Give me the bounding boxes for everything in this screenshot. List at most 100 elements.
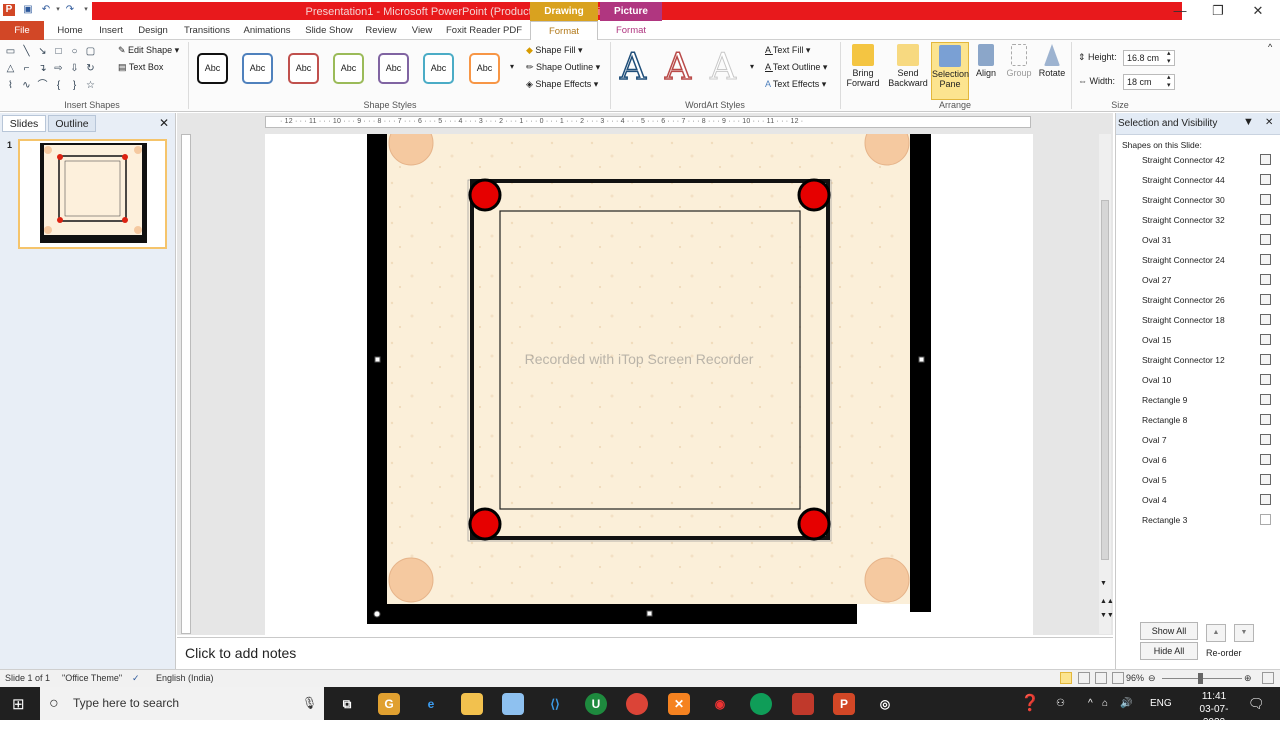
tab-review[interactable]: Review: [362, 21, 400, 40]
shape-list-item[interactable]: Oval 4: [1142, 492, 1262, 508]
reading-view-icon[interactable]: [1095, 672, 1107, 684]
slide-show-icon[interactable]: [1112, 672, 1124, 684]
close-button[interactable]: ✕: [1238, 0, 1278, 21]
visibility-toggle-icon[interactable]: [1260, 314, 1271, 325]
shape-list-item[interactable]: Oval 15: [1142, 332, 1262, 348]
send-backward-button[interactable]: Send Backward: [886, 42, 930, 100]
notes-pane[interactable]: Click to add notes: [177, 637, 1113, 669]
shape-style-purple[interactable]: Abc: [378, 53, 409, 84]
help-icon[interactable]: ❓: [1020, 687, 1040, 720]
next-slide-icon[interactable]: ▼▼: [1100, 612, 1114, 619]
restore-button[interactable]: ❐: [1198, 0, 1238, 21]
move-down-button[interactable]: ▼: [1234, 624, 1254, 642]
undo-dropdown-icon[interactable]: ▾: [52, 4, 64, 16]
show-all-button[interactable]: Show All: [1140, 622, 1198, 640]
edge-icon[interactable]: e: [420, 693, 442, 715]
left-brace-shape-icon[interactable]: {: [53, 80, 64, 91]
move-up-button[interactable]: ▲: [1206, 624, 1226, 642]
elbow-arrow-icon[interactable]: ↴: [37, 63, 48, 74]
visibility-toggle-icon[interactable]: [1260, 154, 1271, 165]
group-button[interactable]: Group: [1003, 42, 1035, 100]
app-icon-box[interactable]: [502, 693, 524, 715]
tray-language[interactable]: ENG: [1150, 687, 1172, 720]
visibility-toggle-icon[interactable]: [1260, 414, 1271, 425]
selection-handle-bottom-left[interactable]: [373, 610, 381, 618]
shape-style-blue[interactable]: Abc: [242, 53, 273, 84]
notes-placeholder[interactable]: Click to add notes: [185, 645, 296, 661]
right-arrow-shape-icon[interactable]: ⇨: [53, 63, 64, 74]
visibility-toggle-icon[interactable]: [1260, 294, 1271, 305]
powerpoint-icon[interactable]: P: [3, 4, 15, 16]
app-icon-red[interactable]: [792, 693, 814, 715]
shape-list-item[interactable]: Rectangle 9: [1142, 392, 1262, 408]
shape-list-item[interactable]: Straight Connector 44: [1142, 172, 1262, 188]
text-box-button[interactable]: ▤ Text Box: [118, 62, 163, 73]
elbow-connector-icon[interactable]: ⌐: [21, 63, 32, 74]
visibility-toggle-icon[interactable]: [1260, 394, 1271, 405]
board-surface[interactable]: [387, 134, 910, 604]
powerpoint-taskbar-icon[interactable]: P: [833, 693, 855, 715]
pane-options-icon[interactable]: ▼: [1243, 116, 1254, 128]
vscode-icon[interactable]: ⟨⟩: [544, 693, 566, 715]
text-effects-button[interactable]: A Text Effects ▾: [765, 79, 826, 90]
app-icon-orange[interactable]: G: [378, 693, 400, 715]
tab-transitions[interactable]: Transitions: [180, 21, 234, 40]
tab-drawing-format[interactable]: Format: [530, 21, 598, 40]
down-arrow-shape-icon[interactable]: ⇩: [69, 63, 80, 74]
rectangle-shape-icon[interactable]: ▭: [5, 46, 16, 57]
tab-view[interactable]: View: [406, 21, 438, 40]
shape-list-item[interactable]: Straight Connector 42: [1142, 152, 1262, 168]
shape-list-item[interactable]: Straight Connector 32: [1142, 212, 1262, 228]
visibility-toggle-icon[interactable]: [1260, 374, 1271, 385]
shape-list-item[interactable]: Oval 7: [1142, 432, 1262, 448]
clock[interactable]: 11:41 03-07-2022: [1192, 690, 1236, 729]
xampp-icon[interactable]: ✕: [668, 693, 690, 715]
tray-chevron-icon[interactable]: ^: [1088, 687, 1093, 720]
tab-outline[interactable]: Outline: [48, 115, 96, 132]
close-panel-icon[interactable]: ✕: [156, 115, 172, 132]
collapse-ribbon-icon[interactable]: ^: [1268, 42, 1272, 52]
tab-home[interactable]: Home: [52, 21, 88, 40]
previous-slide-icon[interactable]: ▲▲: [1100, 598, 1114, 605]
square-shape-icon[interactable]: □: [53, 46, 64, 57]
visibility-toggle-icon[interactable]: [1260, 334, 1271, 345]
shape-list-item[interactable]: Straight Connector 18: [1142, 312, 1262, 328]
recorder-icon[interactable]: ◉: [709, 693, 731, 715]
spell-check-icon[interactable]: ✓: [132, 670, 140, 687]
close-pane-icon[interactable]: ✕: [1265, 117, 1273, 128]
shape-list-item[interactable]: Oval 6: [1142, 452, 1262, 468]
network-icon[interactable]: ⌂: [1102, 687, 1108, 720]
corner-pocket-bottom-left[interactable]: [388, 557, 434, 603]
wordart-style-gray[interactable]: A: [710, 47, 737, 88]
wordart-more-icon[interactable]: ▾: [750, 62, 754, 71]
chrome-icon[interactable]: [626, 693, 648, 715]
shape-list-item[interactable]: Straight Connector 12: [1142, 352, 1262, 368]
height-spinner-icon[interactable]: ▴ ▾: [1167, 50, 1171, 66]
visibility-toggle-icon[interactable]: [1260, 494, 1271, 505]
shape-list-item[interactable]: Oval 10: [1142, 372, 1262, 388]
text-fill-button[interactable]: A Text Fill ▾: [765, 45, 810, 56]
slide-thumbnail[interactable]: [18, 139, 167, 249]
scroll-down-icon[interactable]: ▼: [1100, 580, 1107, 587]
zoom-out-icon[interactable]: ⊖: [1148, 670, 1156, 687]
tab-slides[interactable]: Slides: [2, 115, 46, 132]
visibility-toggle-icon[interactable]: [1260, 434, 1271, 445]
chrome-icon-2[interactable]: [750, 693, 772, 715]
tab-animations[interactable]: Animations: [240, 21, 294, 40]
align-button[interactable]: Align: [972, 42, 1000, 100]
shape-styles-more-icon[interactable]: ▾: [510, 62, 514, 71]
save-icon[interactable]: ▣: [22, 4, 34, 16]
rounded-rect-shape-icon[interactable]: ▢: [85, 46, 96, 57]
shape-list-item[interactable]: Rectangle 8: [1142, 412, 1262, 428]
visibility-toggle-icon[interactable]: [1260, 454, 1271, 465]
curve-shape-icon[interactable]: ∿: [21, 80, 32, 91]
windows-start-icon[interactable]: ⊞: [12, 695, 25, 713]
slide[interactable]: Recorded with iTop Screen Recorder: [265, 120, 1033, 635]
board-frame-left[interactable]: [367, 134, 387, 624]
tab-file[interactable]: File: [0, 21, 44, 40]
shape-list-item[interactable]: Rectangle 3: [1142, 512, 1262, 528]
width-spinner-icon[interactable]: ▴ ▾: [1167, 74, 1171, 90]
language[interactable]: English (India): [156, 670, 214, 687]
shape-list-item[interactable]: Straight Connector 26: [1142, 292, 1262, 308]
app-icon-circle[interactable]: ◎: [874, 693, 896, 715]
